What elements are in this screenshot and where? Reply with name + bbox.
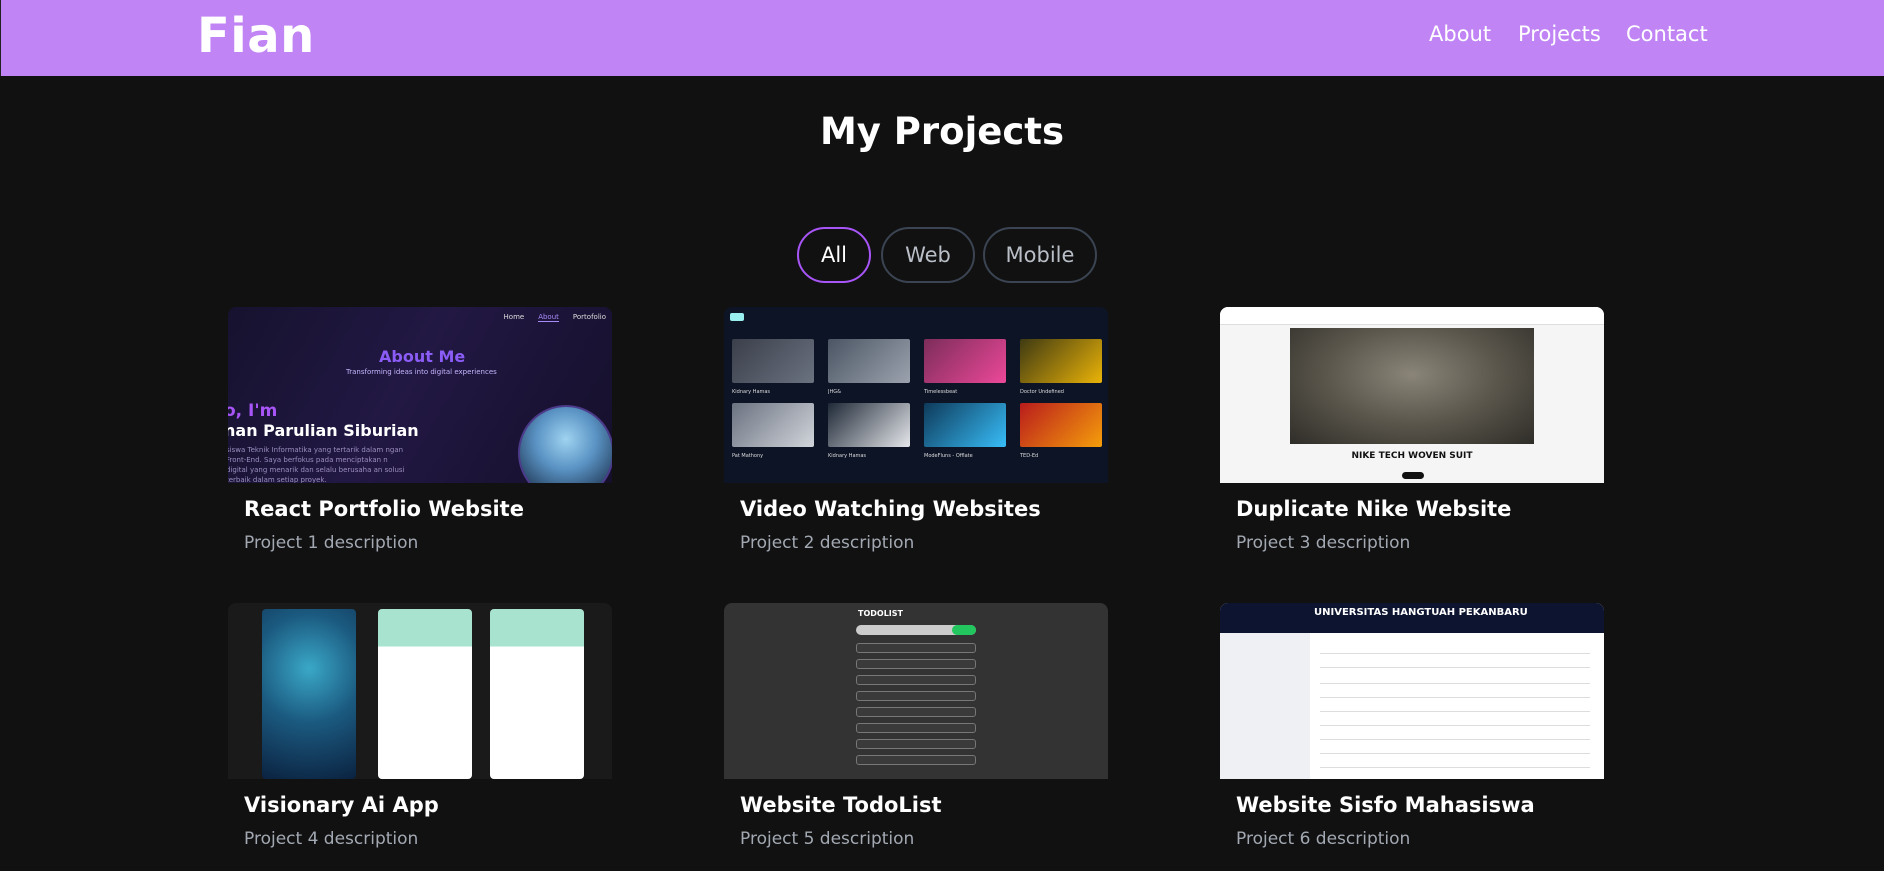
profile-photo [518, 405, 612, 483]
nav-link-projects[interactable]: Projects [1518, 22, 1601, 46]
project-title: Visionary Ai App [244, 793, 439, 817]
filter-all-button[interactable]: All [797, 227, 871, 283]
todo-row [856, 739, 976, 749]
project-thumbnail[interactable]: NIKE TECH WOVEN SUIT [1220, 307, 1604, 483]
project-description: Project 1 description [244, 533, 419, 553]
thumbnail-button [1402, 472, 1424, 479]
project-thumbnail[interactable]: Home About Portofolio About Me Transform… [228, 307, 612, 483]
nav-link-about[interactable]: About [1429, 22, 1491, 46]
table-line [1320, 725, 1590, 726]
thumbnail-paragraph: siswa Teknik Informatika yang tertarik d… [228, 446, 405, 483]
nav-link-contact[interactable]: Contact [1626, 22, 1708, 46]
thumbnail-nav: Home About Portofolio [504, 313, 606, 322]
brand-logo[interactable]: Fian [197, 8, 315, 64]
project-card[interactable]: Kidnary Hamas JHG& Timelessbeat Doctor U… [724, 307, 1108, 553]
table-line [1320, 667, 1590, 668]
thumbnail-nav-item: About [538, 313, 559, 322]
video-tile: Kidnary Hamas [828, 403, 910, 459]
thumbnail-logo [730, 313, 744, 321]
video-tile: Doctor Undefined [1020, 339, 1102, 395]
todo-row [856, 707, 976, 717]
thumbnail-hero-text: NIKE TECH WOVEN SUIT [1351, 451, 1473, 461]
project-title: Website TodoList [740, 793, 942, 817]
phone-screen [378, 609, 472, 779]
filter-mobile-button[interactable]: Mobile [983, 227, 1097, 283]
video-tile: Pat Mathony [732, 403, 814, 459]
project-title: Video Watching Websites [740, 497, 1041, 521]
video-caption: TED-Ed [1020, 453, 1039, 459]
table-line [1320, 711, 1590, 712]
thumbnail-name: nan Parulian Siburian [228, 421, 419, 440]
project-description: Project 5 description [740, 829, 915, 849]
table-line [1320, 697, 1590, 698]
project-thumbnail[interactable]: TODOLIST [724, 603, 1108, 779]
thumbnail-nav-item: Home [503, 313, 525, 321]
project-title: Duplicate Nike Website [1236, 497, 1512, 521]
todo-row [856, 691, 976, 701]
navbar: Fian About Projects Contact [0, 0, 1884, 76]
phone-screen [490, 609, 584, 779]
table-line [1320, 739, 1590, 740]
todo-row [856, 675, 976, 685]
table-line [1320, 753, 1590, 754]
video-caption: Doctor Undefined [1020, 389, 1064, 395]
todo-row [856, 723, 976, 733]
todo-row [856, 659, 976, 669]
project-description: Project 4 description [244, 829, 419, 849]
video-tile: JHG& [828, 339, 910, 395]
video-caption: Kidnary Hamas [828, 453, 867, 459]
table-line [1320, 767, 1590, 768]
project-card[interactable]: Home About Portofolio About Me Transform… [228, 307, 612, 553]
video-caption: Pat Mathony [732, 453, 764, 459]
video-tile: Timelessbeat [924, 339, 1006, 395]
thumbnail-nav-item: Portofolio [572, 313, 606, 321]
thumbnail-add-button [952, 625, 976, 635]
video-tile: Kidnary Hamas [732, 339, 814, 395]
video-caption: Kidnary Hamas [732, 389, 771, 395]
thumbnail-heading: TODOLIST [858, 609, 903, 618]
thumbnail-topbar [1220, 307, 1604, 325]
thumbnail-greeting: o, I'm [228, 401, 278, 421]
project-thumbnail[interactable] [228, 603, 612, 779]
video-caption: JHG& [828, 389, 842, 395]
video-caption: Timelessbeat [924, 389, 958, 395]
project-card[interactable]: NIKE TECH WOVEN SUIT Duplicate Nike Webs… [1220, 307, 1604, 553]
project-description: Project 3 description [1236, 533, 1411, 553]
hero-image [1290, 328, 1534, 444]
thumbnail-tagline: Transforming ideas into digital experien… [346, 368, 497, 376]
thumbnail-heading: About Me [379, 347, 466, 366]
todo-row [856, 643, 976, 653]
project-thumbnail[interactable]: UNIVERSITAS HANGTUAH PEKANBARU [1220, 603, 1604, 779]
filter-web-button[interactable]: Web [881, 227, 975, 283]
video-tile: TED-Ed [1020, 403, 1102, 459]
thumbnail-heading: UNIVERSITAS HANGTUAH PEKANBARU [1314, 607, 1528, 618]
table-line [1320, 653, 1590, 654]
project-title: React Portfolio Website [244, 497, 524, 521]
phone-screen [262, 609, 356, 779]
table-line [1320, 683, 1590, 684]
project-card[interactable]: Visionary Ai App Project 4 description [228, 603, 612, 849]
project-thumbnail[interactable]: Kidnary Hamas JHG& Timelessbeat Doctor U… [724, 307, 1108, 483]
video-caption: ModeFluns - Offlate [924, 453, 973, 459]
project-card[interactable]: TODOLIST Website TodoList Project 5 desc… [724, 603, 1108, 849]
thumbnail-sidebar [1220, 633, 1310, 779]
project-title: Website Sisfo Mahasiswa [1236, 793, 1535, 817]
video-grid: Kidnary Hamas JHG& Timelessbeat Doctor U… [732, 339, 1102, 459]
project-description: Project 6 description [1236, 829, 1411, 849]
project-description: Project 2 description [740, 533, 915, 553]
video-tile: ModeFluns - Offlate [924, 403, 1006, 459]
thumbnail-header: UNIVERSITAS HANGTUAH PEKANBARU [1220, 603, 1604, 633]
project-card[interactable]: UNIVERSITAS HANGTUAH PEKANBARU Website S… [1220, 603, 1604, 849]
todo-row [856, 755, 976, 765]
page-title: My Projects [819, 110, 1065, 153]
